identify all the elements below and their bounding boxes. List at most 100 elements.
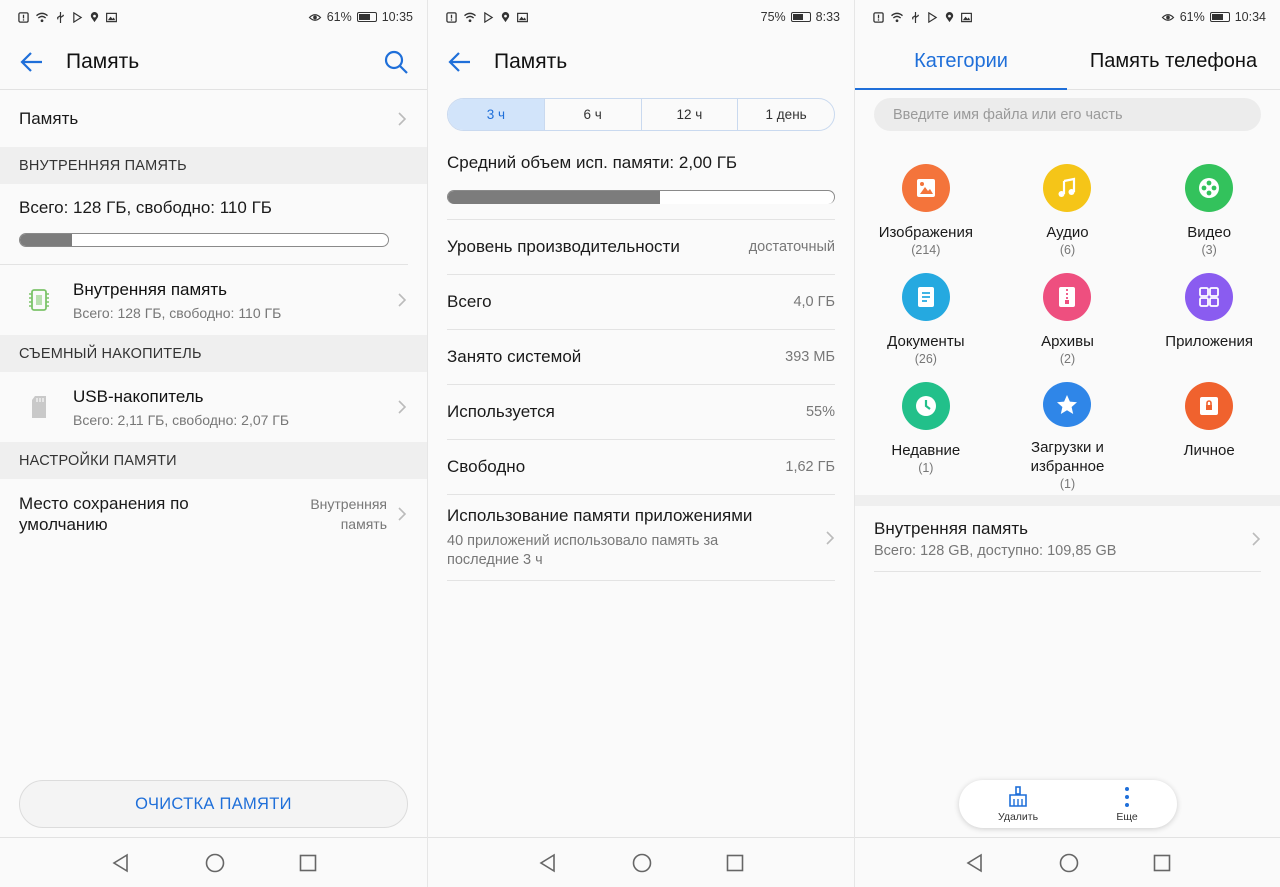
clock: 10:34: [1234, 10, 1266, 24]
memory-row-label: Память: [19, 108, 79, 128]
nav-home-icon[interactable]: [632, 853, 652, 873]
default-location-row[interactable]: Место сохранения по умолчанию Внутренняя…: [0, 479, 427, 549]
nav-home-icon[interactable]: [1059, 853, 1079, 873]
section-internal-header: ВНУТРЕННЯЯ ПАМЯТЬ: [0, 147, 427, 184]
music-icon: [1043, 164, 1092, 212]
file-search-input[interactable]: Введите имя файла или его часть: [874, 98, 1261, 131]
category-count: (2): [1059, 352, 1076, 366]
stat-key: Всего: [447, 292, 492, 311]
clock-icon: [901, 382, 950, 430]
tab-phone-storage[interactable]: Память телефона: [1067, 34, 1280, 89]
range-option-3h[interactable]: 3 ч: [448, 99, 544, 130]
usb-storage-title: USB-накопитель: [73, 386, 204, 406]
tab-bar: Категории Память телефона: [855, 34, 1280, 90]
nav-home-icon[interactable]: [205, 853, 225, 873]
stat-row-total: Всего 4,0 ГБ: [447, 275, 835, 330]
stat-key: Используется: [447, 402, 555, 421]
nav-recents-icon[interactable]: [726, 854, 744, 872]
category-apps[interactable]: Приложения: [1138, 273, 1280, 382]
status-bar: 61% 10:35: [0, 0, 427, 34]
chevron-right-icon: [1252, 531, 1261, 546]
delete-button[interactable]: Удалить: [998, 785, 1038, 823]
nav-back-icon[interactable]: [538, 853, 558, 873]
film-icon: [1185, 164, 1234, 212]
category-name: Личное: [1183, 442, 1235, 459]
category-name: Изображения: [878, 224, 973, 241]
app-bar: Память: [428, 34, 854, 90]
clock: 8:33: [815, 10, 840, 24]
default-location-value-line2: память: [340, 516, 387, 532]
range-option-1d[interactable]: 1 день: [737, 99, 834, 130]
nav-recents-icon[interactable]: [1153, 854, 1171, 872]
category-audio[interactable]: Аудио (6): [997, 164, 1139, 273]
battery-percent: 61%: [1179, 10, 1205, 24]
play-icon: [484, 11, 494, 23]
category-name: Документы: [887, 333, 965, 350]
battery-percent: 61%: [326, 10, 352, 24]
apps-icon: [1185, 273, 1234, 321]
category-count: (214): [911, 243, 941, 257]
sd-card-icon: [32, 396, 46, 418]
play-icon: [73, 11, 83, 23]
usb-storage-item[interactable]: USB-накопитель Всего: 2,11 ГБ, свободно:…: [0, 372, 427, 442]
back-arrow-icon[interactable]: [18, 48, 46, 76]
stat-row-used: Используется 55%: [447, 385, 835, 440]
nav-back-icon[interactable]: [965, 853, 985, 873]
usb-icon: [912, 11, 919, 23]
chevron-right-icon: [398, 293, 407, 307]
bottom-action-pill: Удалить Еще: [959, 780, 1177, 828]
internal-storage-subtitle: Всего: 128 GB, доступно: 109,85 GB: [874, 542, 1117, 559]
more-vert-icon: [1125, 786, 1130, 807]
more-label: Еще: [1116, 810, 1138, 823]
category-private[interactable]: Личное: [1138, 382, 1280, 491]
eye-icon: [308, 13, 322, 21]
section-settings-header: НАСТРОЙКИ ПАМЯТИ: [0, 442, 427, 479]
memory-row[interactable]: Память: [0, 90, 427, 147]
nav-recents-icon[interactable]: [299, 854, 317, 872]
chevron-right-icon: [398, 111, 407, 126]
alert-icon: [446, 11, 457, 23]
divider: [855, 495, 1280, 506]
category-documents[interactable]: Документы (26): [855, 273, 997, 382]
back-arrow-icon[interactable]: [446, 48, 474, 76]
status-bar: 75% 8:33: [428, 0, 854, 34]
battery-icon: [790, 12, 811, 22]
category-name: Аудио: [1046, 224, 1089, 241]
play-icon: [928, 11, 938, 23]
page-title: Память: [66, 49, 140, 73]
internal-storage-row[interactable]: Внутренняя память Всего: 128 GB, доступн…: [874, 506, 1261, 572]
broom-icon: [1009, 785, 1027, 807]
category-archives[interactable]: Архивы (2): [997, 273, 1139, 382]
category-name: Недавние: [891, 442, 961, 459]
category-name: Приложения: [1165, 333, 1254, 350]
range-option-12h[interactable]: 12 ч: [640, 99, 738, 130]
search-icon[interactable]: [383, 49, 409, 75]
alert-icon: [873, 11, 884, 23]
stat-row-performance: Уровень производительности достаточный: [447, 220, 835, 275]
usb-storage-subtitle: Всего: 2,11 ГБ, свободно: 2,07 ГБ: [73, 411, 290, 428]
category-video[interactable]: Видео (3): [1138, 164, 1280, 273]
clean-memory-button[interactable]: ОЧИСТКА ПАМЯТИ: [19, 780, 408, 828]
apps-usage-subtitle-line2: последние 3 ч: [447, 551, 543, 568]
file-manager-screen: 61% 10:34 Категории Память телефона Введ…: [854, 0, 1280, 887]
category-images[interactable]: Изображения (214): [855, 164, 997, 273]
internal-storage-item[interactable]: Внутренняя память Всего: 128 ГБ, свободн…: [0, 265, 427, 335]
more-button[interactable]: Еще: [1116, 786, 1138, 823]
range-option-6h[interactable]: 6 ч: [543, 99, 641, 130]
nav-back-icon[interactable]: [111, 853, 131, 873]
apps-usage-subtitle: 40 приложений использовало память за пос…: [447, 532, 752, 570]
default-location-label-line2: умолчанию: [19, 515, 108, 534]
category-recent[interactable]: Недавние (1): [855, 382, 997, 491]
eye-icon: [1161, 13, 1175, 21]
category-count: (26): [914, 352, 937, 366]
location-icon: [945, 11, 954, 22]
stat-row-free: Свободно 1,62 ГБ: [447, 440, 835, 495]
tab-categories[interactable]: Категории: [855, 34, 1067, 90]
internal-storage-subtitle: Всего: 128 ГБ, свободно: 110 ГБ: [73, 304, 282, 321]
star-icon: [1043, 382, 1092, 427]
gallery-icon: [961, 12, 972, 22]
category-downloads[interactable]: Загрузки и избранное (1): [997, 382, 1139, 491]
chip-icon: [29, 289, 49, 311]
usb-icon: [57, 11, 64, 23]
apps-usage-row[interactable]: Использование памяти приложениями 40 при…: [447, 495, 835, 581]
